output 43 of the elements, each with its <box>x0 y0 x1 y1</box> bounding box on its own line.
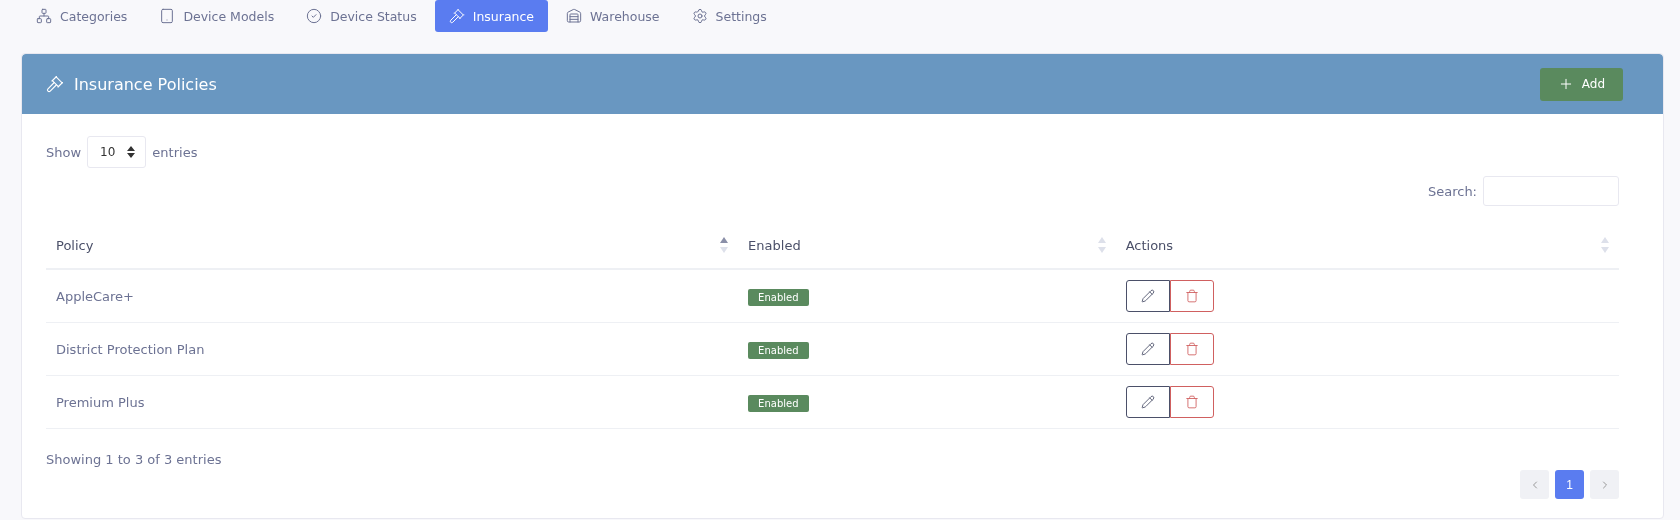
gavel-icon <box>448 8 465 24</box>
gavel-icon <box>46 75 64 93</box>
delete-button[interactable] <box>1169 280 1214 312</box>
status-badge: Enabled <box>748 288 809 306</box>
show-label: Show <box>46 144 82 160</box>
column-header[interactable]: Policy <box>46 222 739 269</box>
column-header[interactable]: Actions <box>1115 222 1619 269</box>
warehouse-icon <box>566 8 583 24</box>
edit-button[interactable] <box>1125 280 1170 312</box>
status-badge: Enabled <box>748 341 809 359</box>
delete-button[interactable] <box>1169 386 1214 418</box>
delete-button[interactable] <box>1169 333 1214 365</box>
settings-icon <box>691 8 708 24</box>
trash-icon <box>1184 342 1199 356</box>
card-title: Insurance Policies <box>74 74 217 94</box>
nav-tab[interactable]: Device Models <box>145 0 289 32</box>
edit-button[interactable] <box>1125 386 1170 418</box>
nav-tab[interactable]: Categories <box>22 0 142 32</box>
edit-button[interactable] <box>1125 333 1170 365</box>
policy-cell: Premium Plus <box>46 375 739 429</box>
status-badge: Enabled <box>748 394 809 412</box>
pencil-icon <box>1140 395 1155 409</box>
nav-tab[interactable]: Settings <box>677 0 781 32</box>
nav-tab[interactable]: Warehouse <box>552 0 674 32</box>
tablet-icon <box>159 8 176 24</box>
page-button[interactable]: 1 <box>1555 470 1584 499</box>
entries-label: entries <box>152 144 198 160</box>
trash-icon <box>1184 289 1199 303</box>
check-circle-icon <box>306 8 323 24</box>
column-header[interactable]: Enabled <box>738 222 1116 269</box>
policy-cell: AppleCare+ <box>46 269 739 323</box>
entries-select[interactable]: 10 <box>87 136 147 168</box>
pencil-icon <box>1140 289 1155 303</box>
hierarchy-icon <box>36 8 52 24</box>
nav-tab[interactable]: Device Status <box>292 0 431 32</box>
updown-icon <box>127 146 136 158</box>
table-info: Showing 1 to 3 of 3 entries <box>46 452 222 467</box>
add-button[interactable]: Add <box>1539 67 1623 101</box>
search-label: Search: <box>1427 183 1477 199</box>
trash-icon <box>1184 395 1199 409</box>
pencil-icon <box>1140 342 1155 356</box>
policy-cell: District Protection Plan <box>46 322 739 376</box>
nav-tab[interactable]: Insurance <box>434 0 549 32</box>
